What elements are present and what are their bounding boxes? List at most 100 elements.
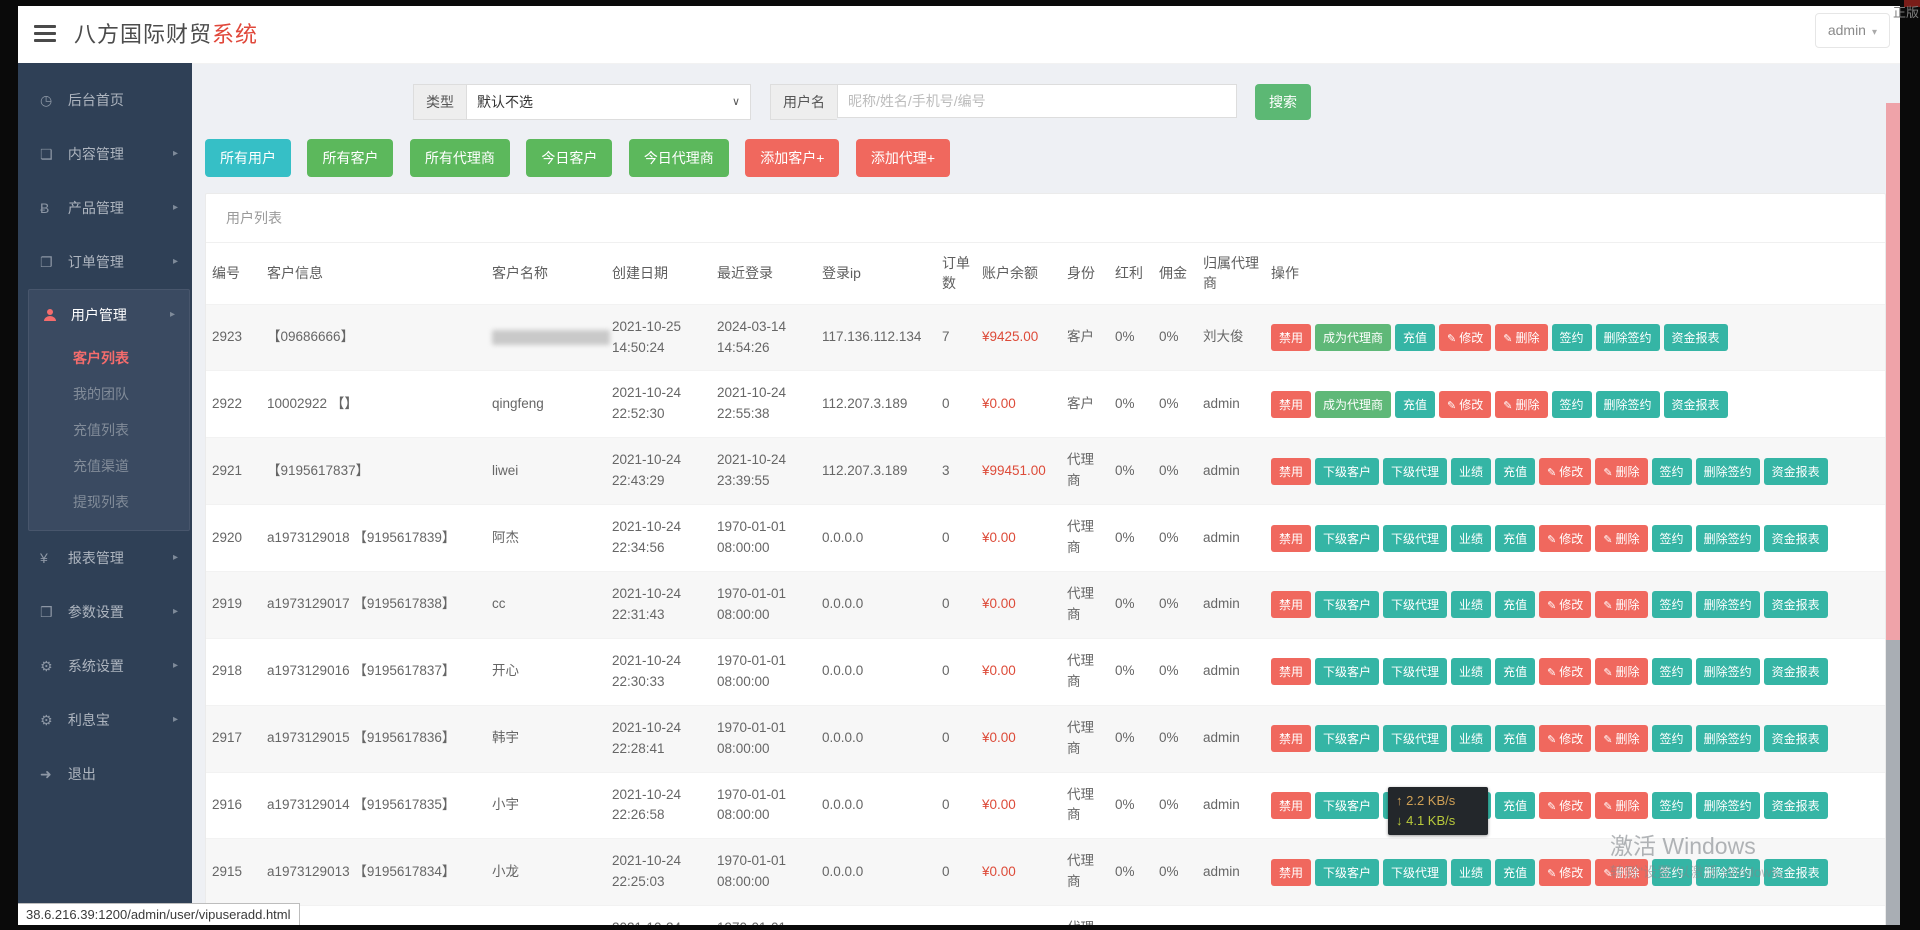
submenu-item-recharge-list[interactable]: 充值列表	[29, 412, 189, 448]
sidebar-item-content[interactable]: ❏ 内容管理 ▸	[18, 127, 192, 181]
sidebar-item-interest[interactable]: ⚙ 利息宝 ▸	[18, 693, 192, 747]
action-button-签约[interactable]: 签约	[1652, 725, 1692, 752]
action-button-充值[interactable]: 充值	[1495, 725, 1535, 752]
action-button-下级客户[interactable]: 下级客户	[1315, 658, 1379, 685]
action-button-修改[interactable]: ✎修改	[1539, 859, 1591, 886]
action-button-充值[interactable]: 充值	[1495, 658, 1535, 685]
action-button-签约[interactable]: 签约	[1652, 525, 1692, 552]
action-button-成为代理商[interactable]: 成为代理商	[1315, 324, 1391, 351]
action-button-禁用[interactable]: 禁用	[1271, 391, 1311, 418]
action-button-删除[interactable]: ✎删除	[1595, 658, 1647, 685]
account-dropdown[interactable]: admin▾	[1815, 13, 1890, 48]
action-button-资金报表[interactable]: 资金报表	[1764, 792, 1828, 819]
action-button-业绩[interactable]: 业绩	[1451, 859, 1491, 886]
action-button-下级代理[interactable]: 下级代理	[1383, 458, 1447, 485]
action-button-修改[interactable]: ✎修改	[1539, 658, 1591, 685]
action-button-下级客户[interactable]: 下级客户	[1315, 859, 1379, 886]
action-button-修改[interactable]: ✎修改	[1439, 391, 1491, 418]
action-button-下级代理[interactable]: 下级代理	[1383, 859, 1447, 886]
action-button-资金报表[interactable]: 资金报表	[1764, 725, 1828, 752]
today-customers-button[interactable]: 今日客户	[526, 139, 612, 177]
action-button-签约[interactable]: 签约	[1652, 591, 1692, 618]
action-button-删除[interactable]: ✎删除	[1495, 324, 1547, 351]
action-button-下级代理[interactable]: 下级代理	[1383, 725, 1447, 752]
action-button-业绩[interactable]: 业绩	[1451, 725, 1491, 752]
action-button-修改[interactable]: ✎修改	[1539, 458, 1591, 485]
action-button-删除签约[interactable]: 删除签约	[1596, 324, 1660, 351]
all-users-button[interactable]: 所有用户	[205, 139, 291, 177]
action-button-下级代理[interactable]: 下级代理	[1383, 658, 1447, 685]
action-button-资金报表[interactable]: 资金报表	[1764, 458, 1828, 485]
search-button[interactable]: 搜索	[1255, 84, 1311, 120]
action-button-修改[interactable]: ✎修改	[1539, 591, 1591, 618]
type-select[interactable]: 默认不选 ∨	[466, 84, 751, 120]
action-button-修改[interactable]: ✎修改	[1439, 324, 1491, 351]
action-button-充值[interactable]: 充值	[1395, 324, 1435, 351]
action-button-删除签约[interactable]: 删除签约	[1696, 792, 1760, 819]
action-button-修改[interactable]: ✎修改	[1539, 792, 1591, 819]
all-customers-button[interactable]: 所有客户	[307, 139, 393, 177]
action-button-下级客户[interactable]: 下级客户	[1315, 792, 1379, 819]
today-agents-button[interactable]: 今日代理商	[629, 139, 729, 177]
add-customer-button[interactable]: 添加客户+	[745, 139, 839, 177]
action-button-资金报表[interactable]: 资金报表	[1764, 591, 1828, 618]
sidebar-item-product[interactable]: Ƀ 产品管理 ▸	[18, 181, 192, 235]
action-button-下级客户[interactable]: 下级客户	[1315, 725, 1379, 752]
action-button-删除[interactable]: ✎删除	[1595, 591, 1647, 618]
action-button-资金报表[interactable]: 资金报表	[1664, 324, 1728, 351]
action-button-充值[interactable]: 充值	[1495, 859, 1535, 886]
sidebar-item-orders[interactable]: ❐ 订单管理 ▸	[18, 235, 192, 289]
action-button-业绩[interactable]: 业绩	[1451, 458, 1491, 485]
action-button-签约[interactable]: 签约	[1652, 658, 1692, 685]
action-button-业绩[interactable]: 业绩	[1451, 591, 1491, 618]
action-button-充值[interactable]: 充值	[1495, 458, 1535, 485]
action-button-下级客户[interactable]: 下级客户	[1315, 591, 1379, 618]
action-button-删除签约[interactable]: 删除签约	[1696, 725, 1760, 752]
action-button-充值[interactable]: 充值	[1495, 591, 1535, 618]
sidebar-item-users[interactable]: 用户管理 ▸	[29, 290, 189, 340]
submenu-item-recharge-channel[interactable]: 充值渠道	[29, 448, 189, 484]
action-button-删除签约[interactable]: 删除签约	[1696, 658, 1760, 685]
action-button-业绩[interactable]: 业绩	[1451, 525, 1491, 552]
menu-toggle-icon[interactable]	[34, 25, 56, 43]
action-button-下级客户[interactable]: 下级客户	[1315, 458, 1379, 485]
action-button-禁用[interactable]: 禁用	[1271, 525, 1311, 552]
submenu-item-withdraw-list[interactable]: 提现列表	[29, 484, 189, 520]
action-button-资金报表[interactable]: 资金报表	[1764, 658, 1828, 685]
action-button-下级客户[interactable]: 下级客户	[1315, 525, 1379, 552]
action-button-资金报表[interactable]: 资金报表	[1664, 391, 1728, 418]
sidebar-item-logout[interactable]: ➜ 退出	[18, 747, 192, 801]
sidebar-item-params[interactable]: ❒ 参数设置 ▸	[18, 585, 192, 639]
action-button-删除[interactable]: ✎删除	[1595, 458, 1647, 485]
action-button-签约[interactable]: 签约	[1652, 458, 1692, 485]
username-input[interactable]	[837, 84, 1237, 118]
action-button-下级代理[interactable]: 下级代理	[1383, 525, 1447, 552]
scrollbar-thumb[interactable]	[1886, 103, 1900, 640]
action-button-业绩[interactable]: 业绩	[1451, 658, 1491, 685]
action-button-删除[interactable]: ✎删除	[1495, 391, 1547, 418]
action-button-资金报表[interactable]: 资金报表	[1764, 525, 1828, 552]
action-button-禁用[interactable]: 禁用	[1271, 324, 1311, 351]
action-button-禁用[interactable]: 禁用	[1271, 859, 1311, 886]
action-button-禁用[interactable]: 禁用	[1271, 658, 1311, 685]
action-button-删除[interactable]: ✎删除	[1595, 525, 1647, 552]
action-button-禁用[interactable]: 禁用	[1271, 792, 1311, 819]
all-agents-button[interactable]: 所有代理商	[410, 139, 510, 177]
sidebar-item-dashboard[interactable]: ◷ 后台首页	[18, 73, 192, 127]
action-button-修改[interactable]: ✎修改	[1539, 725, 1591, 752]
action-button-删除签约[interactable]: 删除签约	[1596, 391, 1660, 418]
action-button-签约[interactable]: 签约	[1552, 324, 1592, 351]
action-button-删除签约[interactable]: 删除签约	[1696, 525, 1760, 552]
action-button-成为代理商[interactable]: 成为代理商	[1315, 391, 1391, 418]
action-button-充值[interactable]: 充值	[1495, 792, 1535, 819]
submenu-item-my-team[interactable]: 我的团队	[29, 376, 189, 412]
sidebar-item-reports[interactable]: ¥ 报表管理 ▸	[18, 531, 192, 585]
add-agent-button[interactable]: 添加代理+	[856, 139, 950, 177]
action-button-删除签约[interactable]: 删除签约	[1696, 458, 1760, 485]
action-button-禁用[interactable]: 禁用	[1271, 591, 1311, 618]
page-scrollbar[interactable]	[1886, 103, 1900, 925]
action-button-修改[interactable]: ✎修改	[1539, 525, 1591, 552]
sidebar-item-system[interactable]: ⚙ 系统设置 ▸	[18, 639, 192, 693]
action-button-删除[interactable]: ✎删除	[1595, 792, 1647, 819]
action-button-签约[interactable]: 签约	[1652, 792, 1692, 819]
